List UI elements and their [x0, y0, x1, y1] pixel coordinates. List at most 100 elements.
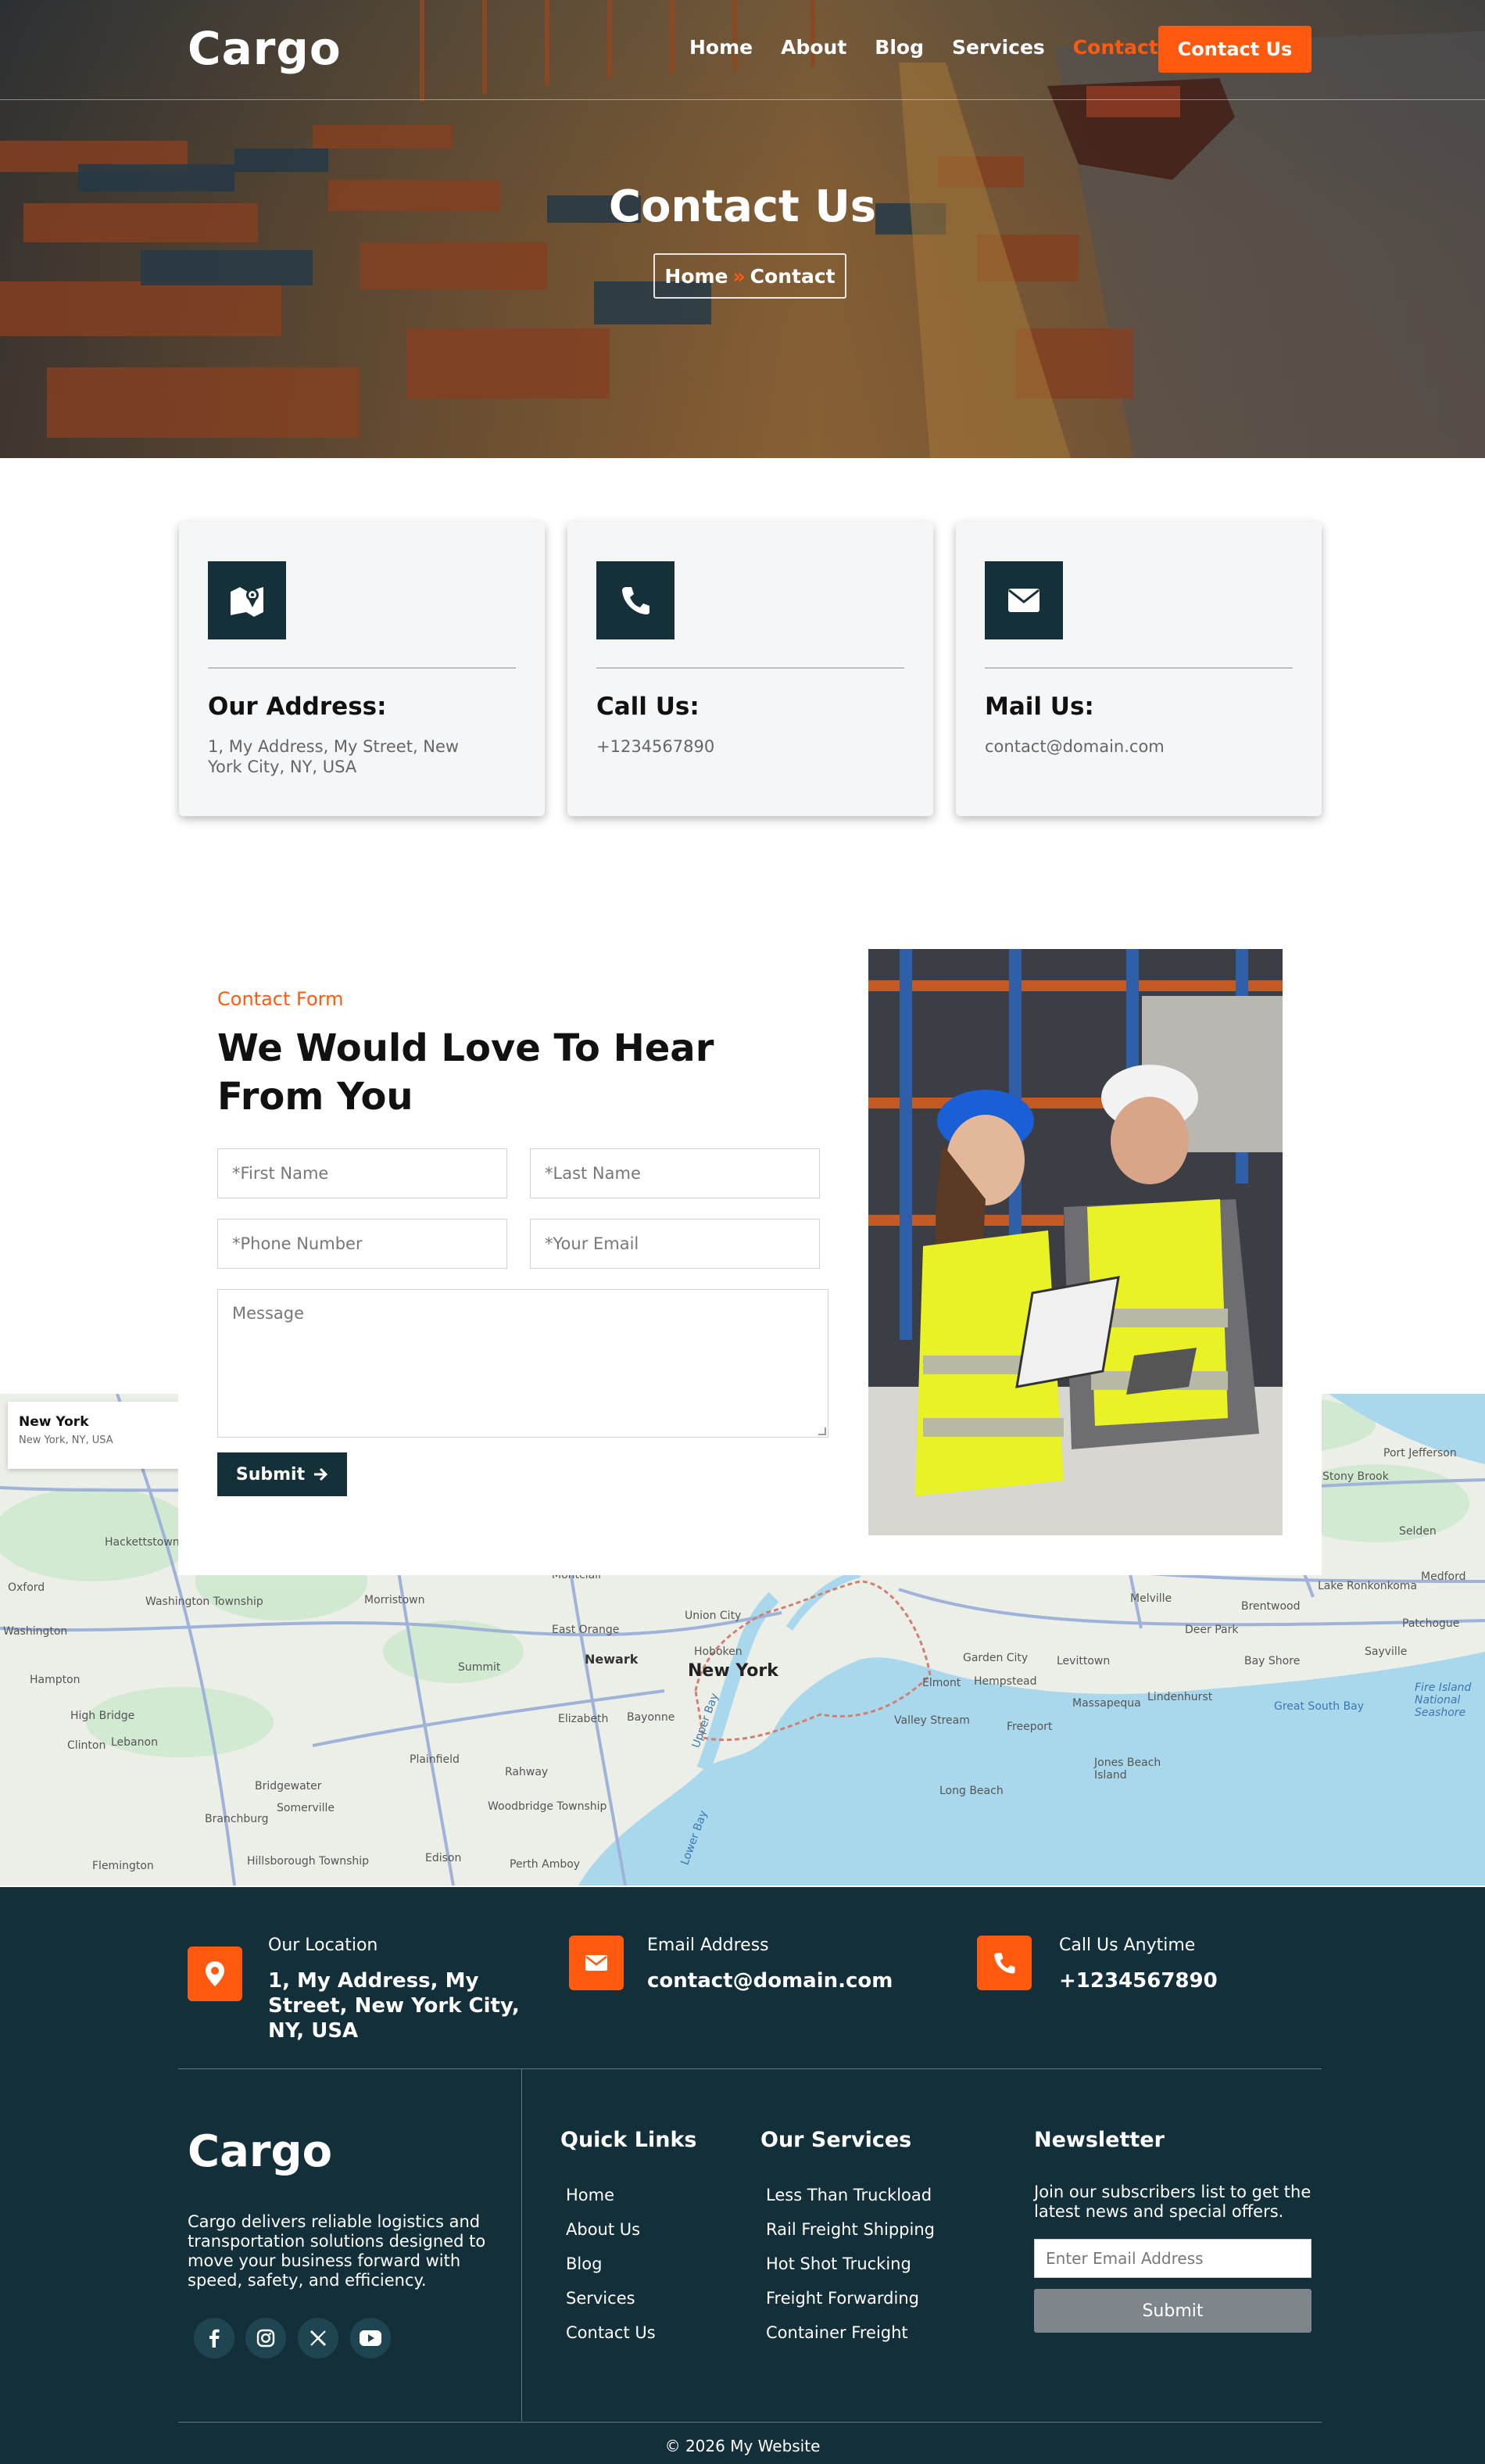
footer-divider-vertical: [521, 2069, 522, 2421]
map-label-lindenhurst: Lindenhurst: [1147, 1691, 1213, 1703]
card-text: +1234567890: [596, 737, 715, 756]
map-label-plainfield: Plainfield: [410, 1753, 460, 1766]
breadcrumb-home[interactable]: Home: [664, 265, 728, 288]
map-label-melville: Melville: [1130, 1592, 1172, 1605]
card-text: contact@domain.com: [985, 737, 1165, 756]
contact-us-button[interactable]: Contact Us: [1158, 26, 1311, 73]
footer-logo[interactable]: Cargo: [188, 2126, 332, 2177]
footer-link-about[interactable]: About Us: [566, 2220, 640, 2239]
map-label-flemington: Flemington: [92, 1860, 154, 1872]
map-label-elizabeth: Elizabeth: [558, 1713, 609, 1725]
map-label-hoboken: Hoboken: [694, 1646, 742, 1658]
first-name-input[interactable]: *First Name: [217, 1148, 507, 1198]
map-label-selden: Selden: [1399, 1525, 1437, 1538]
map-label-high-bridge: High Bridge: [70, 1710, 135, 1722]
phone-icon: [596, 561, 675, 639]
site-logo[interactable]: Cargo: [188, 22, 342, 75]
map-label-newark: Newark: [585, 1652, 639, 1667]
newsletter-email-input[interactable]: Enter Email Address: [1034, 2239, 1311, 2278]
map-label-lebanon: Lebanon: [111, 1736, 158, 1749]
phone-input[interactable]: *Phone Number: [217, 1219, 507, 1269]
nav-home[interactable]: Home: [689, 36, 753, 59]
map-place-title: New York: [19, 1414, 89, 1430]
map-label-oxford: Oxford: [8, 1581, 45, 1594]
map-label-somerville: Somerville: [277, 1802, 335, 1814]
footer-email-value[interactable]: contact@domain.com: [647, 1968, 893, 1993]
map-label-medford: Medford: [1421, 1570, 1466, 1583]
map-label-hempstead: Hempstead: [974, 1675, 1037, 1688]
address-card: Our Address: 1, My Address, My Street, N…: [179, 522, 545, 816]
newsletter-text: Join our subscribers list to get the lat…: [1034, 2183, 1311, 2221]
arrow-right-icon: [314, 1467, 328, 1481]
footer-about-text: Cargo delivers reliable logistics and tr…: [188, 2212, 486, 2290]
footer-divider-bottom: [178, 2422, 1322, 2423]
footer-link-contact[interactable]: Contact Us: [566, 2323, 656, 2342]
footer-link-blog[interactable]: Blog: [566, 2254, 602, 2273]
footer-link-services[interactable]: Services: [566, 2289, 635, 2308]
map-label-great-south-bay: Great South Bay: [1274, 1700, 1365, 1713]
footer-phone-value[interactable]: +1234567890: [1059, 1968, 1218, 1993]
map-place-address: New York, NY, USA: [19, 1434, 113, 1446]
message-textarea[interactable]: Message: [217, 1289, 828, 1438]
resize-handle[interactable]: [818, 1427, 826, 1435]
copyright: © 2026 My Website: [664, 2437, 821, 2455]
map-label-ronkonkoma: Lake Ronkonkoma: [1318, 1580, 1418, 1592]
card-title: Call Us:: [596, 693, 700, 721]
map-label-stony-brook: Stony Brook: [1322, 1470, 1389, 1483]
breadcrumb: Home » Contact: [653, 253, 846, 299]
map-label-bay-shore: Bay Shore: [1244, 1655, 1301, 1667]
map-label-freeport: Freeport: [1007, 1721, 1053, 1733]
map-label-sayville: Sayville: [1365, 1646, 1408, 1658]
envelope-icon: [985, 561, 1063, 639]
newsletter-title: Newsletter: [1034, 2128, 1165, 2152]
newsletter-submit-button[interactable]: Submit: [1034, 2289, 1311, 2333]
footer-service-forwarding[interactable]: Freight Forwarding: [766, 2289, 919, 2308]
hero-banner: Cargo Home About Blog Services Contact C…: [0, 0, 1485, 458]
map-label-hackettstown: Hackettstown: [105, 1536, 180, 1549]
footer-location-value: 1, My Address, My Street, New York City,…: [268, 1969, 520, 2043]
map-label-garden-city: Garden City: [963, 1652, 1029, 1664]
map-label-new-york: New York: [688, 1661, 778, 1681]
nav-about[interactable]: About: [781, 36, 846, 59]
mail-card: Mail Us: contact@domain.com: [956, 522, 1322, 816]
footer-service-rail[interactable]: Rail Freight Shipping: [766, 2220, 935, 2239]
map-label-deer-park: Deer Park: [1185, 1624, 1239, 1636]
card-title: Our Address:: [208, 693, 387, 721]
map-label-patchogue: Patchogue: [1402, 1617, 1460, 1630]
footer-service-container[interactable]: Container Freight: [766, 2323, 908, 2342]
map-label-valley-stream: Valley Stream: [894, 1714, 970, 1727]
footer-service-ltl[interactable]: Less Than Truckload: [766, 2186, 932, 2204]
map-label-edison: Edison: [425, 1852, 462, 1864]
nav-services[interactable]: Services: [952, 36, 1045, 59]
map-label-woodbridge: Woodbridge Township: [488, 1800, 607, 1813]
map-place-card[interactable]: New York New York, NY, USA: [8, 1402, 180, 1469]
map-label-union-city: Union City: [685, 1610, 742, 1622]
map-icon: [208, 561, 286, 639]
footer-service-hotshot[interactable]: Hot Shot Trucking: [766, 2254, 911, 2273]
our-services-title: Our Services: [760, 2128, 912, 2152]
nav-blog[interactable]: Blog: [875, 36, 924, 59]
nav-menu: Home About Blog Services Contact: [689, 36, 1186, 59]
last-name-input[interactable]: *Last Name: [530, 1148, 820, 1198]
envelope-icon: [569, 1936, 624, 1990]
nav-contact[interactable]: Contact: [1073, 36, 1158, 59]
page-title: Contact Us: [608, 181, 877, 232]
map-label-elmont: Elmont: [922, 1677, 961, 1689]
facebook-icon[interactable]: [194, 2318, 234, 2358]
email-input[interactable]: *Your Email: [530, 1219, 820, 1269]
map-label-bridgewater: Bridgewater: [255, 1780, 322, 1792]
form-eyebrow: Contact Form: [217, 988, 344, 1010]
map-label-bayonne: Bayonne: [627, 1711, 675, 1724]
submit-button[interactable]: Submit: [217, 1452, 347, 1496]
map-label-hampton: Hampton: [30, 1674, 81, 1686]
instagram-icon[interactable]: [245, 2318, 286, 2358]
map-label-washington-township: Washington Township: [145, 1596, 263, 1608]
map-label-levittown: Levittown: [1057, 1655, 1111, 1667]
footer-link-home[interactable]: Home: [566, 2186, 614, 2204]
submit-label: Submit: [235, 1464, 306, 1484]
youtube-icon[interactable]: [350, 2318, 391, 2358]
x-icon[interactable]: [298, 2318, 338, 2358]
map-label-port-jefferson: Port Jefferson: [1383, 1447, 1457, 1459]
map-label-fire-island: Fire Island National Seashore: [1415, 1681, 1472, 1719]
map-label-long-beach: Long Beach: [939, 1785, 1004, 1797]
